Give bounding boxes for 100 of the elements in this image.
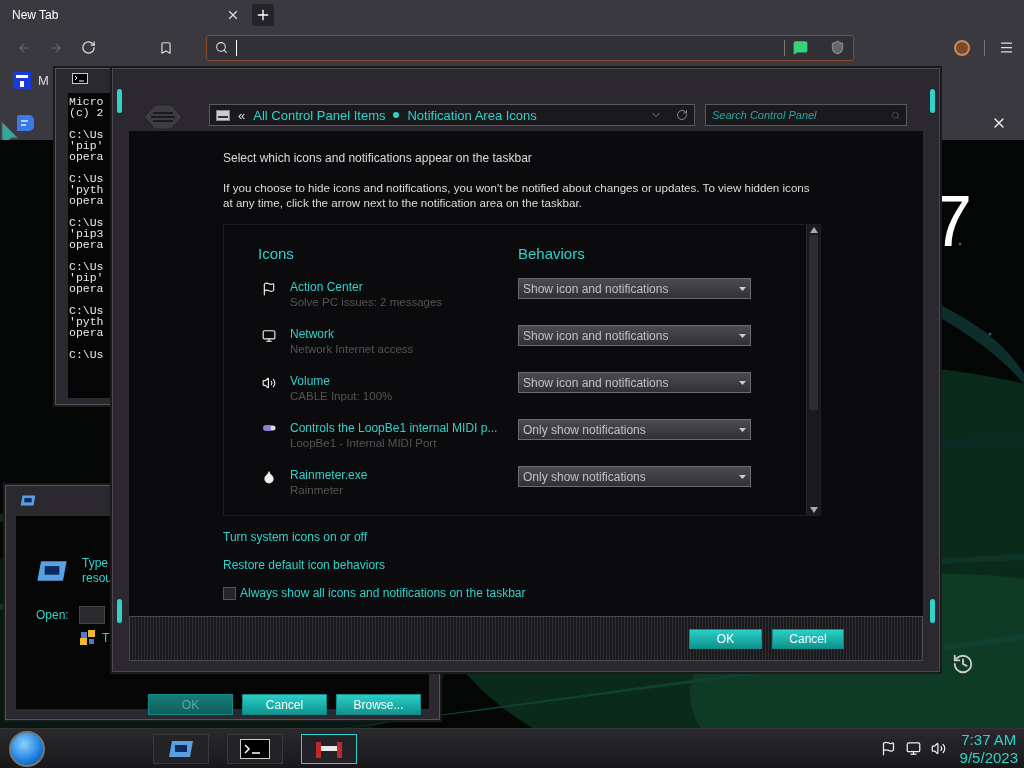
- open-label: Open:: [36, 608, 69, 622]
- caret-icon: [739, 333, 746, 338]
- clock-time[interactable]: 7:37 AM: [961, 730, 1017, 749]
- caret-icon: [739, 427, 746, 432]
- shield-icon[interactable]: [830, 40, 845, 55]
- behavior-dropdown[interactable]: Only show notifications: [518, 419, 751, 440]
- reload-icon: [80, 40, 96, 55]
- console-line: 'pip': [69, 140, 105, 151]
- page-heading: Select which icons and notifications appear on the taskbar: [223, 151, 533, 165]
- icon-detail: CABLE Input: 100%: [290, 390, 394, 402]
- breadcrumb-item[interactable]: Notification Area Icons: [407, 107, 537, 123]
- light-strip: [117, 89, 122, 113]
- behavior-dropdown[interactable]: Only show notifications: [518, 466, 751, 487]
- hint-text: T: [102, 631, 110, 645]
- link[interactable]: Restore default icon behaviors: [223, 558, 386, 572]
- icon-name: Rainmeter.exe: [290, 468, 369, 482]
- new-tab-button[interactable]: [252, 4, 274, 26]
- monitor-icon: [262, 329, 276, 343]
- search-box[interactable]: Search Control Panel: [705, 104, 907, 126]
- behavior-dropdown[interactable]: Show icon and notifications: [518, 278, 751, 299]
- forward-arrow-icon: [49, 40, 63, 55]
- icon-detail: Rainmeter: [290, 484, 345, 496]
- icon-name: Action Center: [290, 280, 364, 294]
- console-icon: [72, 73, 88, 84]
- caret-icon: [739, 380, 746, 385]
- console-line: Micro: [69, 96, 105, 107]
- behavior-dropdown[interactable]: Show icon and notifications: [518, 372, 751, 393]
- search-field[interactable]: Search Control Panel: [712, 106, 888, 124]
- breadcrumb-item[interactable]: All Control Panel Items: [253, 107, 386, 123]
- chat-icon[interactable]: [793, 40, 808, 55]
- caret-icon: [739, 286, 746, 291]
- flag-icon[interactable]: [880, 741, 896, 756]
- profile-avatar[interactable]: [954, 39, 970, 56]
- tab-title: New Tab: [12, 8, 59, 22]
- midi-icon: [262, 423, 276, 433]
- address-field[interactable]: [206, 34, 854, 61]
- plus-icon: [255, 7, 271, 23]
- icon-name: Volume: [290, 374, 332, 388]
- search-icon: [215, 41, 228, 54]
- monitor-icon[interactable]: [905, 741, 921, 756]
- history-icon[interactable]: [952, 653, 974, 675]
- refresh-icon[interactable]: [676, 109, 688, 121]
- icon-detail: Solve PC issues: 2 messages: [290, 296, 444, 308]
- link[interactable]: Turn system icons on or off: [223, 530, 368, 544]
- chat-bubble-icon[interactable]: [16, 114, 35, 133]
- speaker-icon: [262, 376, 276, 390]
- menu-icon: [999, 40, 1014, 55]
- checkbox[interactable]: [223, 586, 236, 600]
- open-field[interactable]: [78, 606, 105, 624]
- close-icon: [226, 8, 240, 22]
- bookmark-icon: [159, 40, 173, 55]
- icon-name: Network: [290, 327, 335, 341]
- search-icon: [891, 110, 900, 120]
- control-panel-icon: [216, 109, 230, 121]
- speaker-icon[interactable]: [930, 741, 946, 756]
- scroll-down-icon[interactable]: [809, 507, 818, 513]
- caret-icon: [739, 474, 746, 479]
- icon-detail: Network Internet access: [290, 343, 415, 355]
- console-line: C:\Us: [69, 349, 105, 360]
- clock-date[interactable]: 9/5/2023: [959, 748, 1018, 767]
- flag-icon: [262, 282, 276, 296]
- column-header: Icons: [258, 245, 295, 262]
- menu-button[interactable]: [999, 40, 1014, 55]
- console-line: opera: [69, 327, 105, 338]
- taskbar-button[interactable]: [301, 733, 357, 764]
- window-icon: [36, 560, 68, 582]
- window-icon: [20, 495, 36, 506]
- description-text: If you choose to hide icons and notifications, you won't be notified about changes or updates. To view hidden icons at any time, click the arrow next to the notification area on the taskbar.: [223, 180, 811, 210]
- scrollbar[interactable]: [806, 225, 820, 515]
- window-icon: [168, 739, 194, 758]
- tiles-icon: [80, 630, 96, 646]
- prompt-text: Type: [82, 556, 109, 571]
- address-bar[interactable]: « All Control Panel Items Notification Area Icons: [209, 104, 695, 126]
- console-line: C:\Us: [69, 217, 105, 228]
- console-line: opera: [69, 151, 105, 162]
- icon-name: Controls the LoopBe1 internal MIDI p...: [290, 421, 499, 435]
- console-line: C:\Us: [69, 129, 105, 140]
- console-line: 'pyth: [69, 184, 105, 195]
- start-button[interactable]: [9, 730, 45, 767]
- console-line: opera: [69, 283, 105, 294]
- console-line: (c) 2: [69, 107, 105, 118]
- breadcrumb-separator-icon: [393, 112, 400, 118]
- app-icon[interactable]: [13, 72, 31, 89]
- console-line: opera: [69, 195, 105, 206]
- console-line: C:\Us: [69, 305, 105, 316]
- behavior-dropdown[interactable]: Show icon and notifications: [518, 325, 751, 346]
- console-line: C:\Us: [69, 261, 105, 272]
- checkbox-label: Always show all icons and notifications on the taskbar: [240, 586, 526, 600]
- console-line: C:\Us: [69, 173, 105, 184]
- column-header: Behaviors: [518, 245, 585, 262]
- back-chevrons[interactable]: «: [238, 107, 246, 123]
- bookmark-label[interactable]: M: [38, 73, 49, 88]
- close-tab-button[interactable]: [226, 8, 240, 22]
- light-strip: [930, 599, 935, 623]
- taskbar-button[interactable]: [227, 733, 283, 764]
- console-icon: [240, 738, 270, 759]
- taskbar-button[interactable]: [153, 733, 209, 764]
- light-strip: [117, 599, 122, 623]
- console-line: 'pip3: [69, 228, 105, 239]
- scroll-up-icon[interactable]: [809, 227, 818, 233]
